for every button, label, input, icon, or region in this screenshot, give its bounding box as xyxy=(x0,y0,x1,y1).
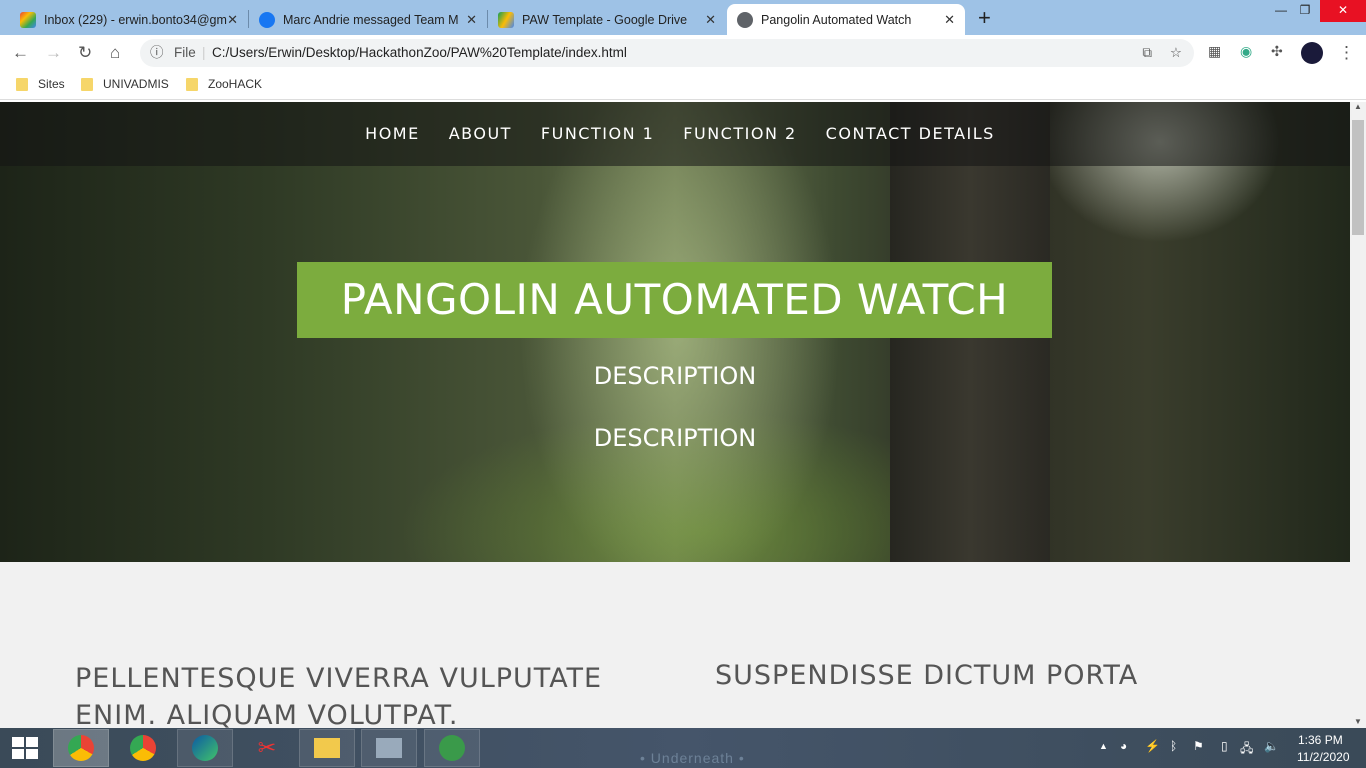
hero-banner: HOME ABOUT FUNCTION 1 FUNCTION 2 CONTACT… xyxy=(0,102,1350,562)
extension-icon[interactable]: ◉ xyxy=(1240,43,1252,60)
folder-icon xyxy=(16,77,28,91)
idm-tray-icon[interactable]: ◕ xyxy=(1120,739,1127,753)
scrollbar-thumb[interactable] xyxy=(1352,120,1364,235)
battery-icon[interactable]: ▯ xyxy=(1221,739,1228,753)
back-icon[interactable]: ← xyxy=(12,43,29,63)
google-drive-icon xyxy=(498,11,514,28)
close-window-button[interactable]: ✕ xyxy=(1320,0,1366,22)
description-2: DESCRIPTION xyxy=(593,424,757,452)
sync-tray-icon[interactable]: ⚡ xyxy=(1145,739,1160,753)
site-title: PANGOLIN AUTOMATED WATCH xyxy=(297,262,1052,338)
nav-function-1[interactable]: FUNCTION 1 xyxy=(541,124,654,166)
close-icon[interactable]: ✕ xyxy=(466,12,477,28)
clock-date[interactable]: 11/2/2020 xyxy=(1297,750,1350,764)
globe-icon xyxy=(737,11,753,28)
taskbar-chrome-profile[interactable] xyxy=(115,729,171,767)
new-tab-button[interactable]: + xyxy=(978,5,991,31)
tab-facebook[interactable]: Marc Andrie messaged Team MA ✕ xyxy=(249,4,487,35)
bookmark-univadmis[interactable]: UNIVADMIS xyxy=(81,77,169,91)
close-icon[interactable]: ✕ xyxy=(944,12,955,28)
clock-time[interactable]: 1:36 PM xyxy=(1298,733,1343,747)
section-heading-2: SUSPENDISSE DICTUM PORTA xyxy=(715,660,1139,691)
puzzle-icon[interactable]: ✣ xyxy=(1271,43,1283,60)
close-icon[interactable]: ✕ xyxy=(705,12,716,28)
nav-function-2[interactable]: FUNCTION 2 xyxy=(683,124,796,166)
nav-about[interactable]: ABOUT xyxy=(449,124,512,166)
description-1: DESCRIPTION xyxy=(593,362,757,390)
web-page: HOME ABOUT FUNCTION 1 FUNCTION 2 CONTACT… xyxy=(0,102,1350,728)
url-text: C:/Users/Erwin/Desktop/HackathonZoo/PAW%… xyxy=(212,45,627,60)
taskbar-idm[interactable] xyxy=(424,729,480,767)
scroll-up-icon[interactable]: ▲ xyxy=(1350,102,1366,111)
close-icon[interactable]: ✕ xyxy=(227,12,238,28)
network-icon[interactable]: 🖧 xyxy=(1240,739,1253,760)
info-icon: ⓘ xyxy=(150,45,164,60)
tray-expand-icon[interactable]: ▲ xyxy=(1099,741,1108,751)
translate-icon[interactable]: ⧉ xyxy=(1142,39,1152,67)
bookmark-zoohack[interactable]: ZooHACK xyxy=(186,77,262,91)
taskbar-monitor[interactable] xyxy=(361,729,417,767)
avatar[interactable] xyxy=(1301,42,1323,64)
download-manager-icon xyxy=(439,735,465,761)
scissors-icon: ✂ xyxy=(257,735,277,760)
menu-icon[interactable]: ⋮ xyxy=(1338,43,1355,63)
taskbar-edge[interactable] xyxy=(177,729,233,767)
bookmark-star-icon[interactable]: ☆ xyxy=(1170,39,1182,67)
taskbar-explorer[interactable] xyxy=(299,729,355,767)
qr-icon[interactable]: ▦ xyxy=(1208,43,1221,60)
bookmark-sites[interactable]: Sites xyxy=(16,77,65,91)
section-heading-1: PELLENTESQUE VIVERRA VULPUTATE ENIM. ALI… xyxy=(75,663,603,728)
scroll-down-icon[interactable]: ▼ xyxy=(1350,717,1366,726)
taskbar: ✂ • Underneath • ▲ ◕ ⚡ ᛒ ⚑ ▯ 🖧 🔈 1:36 PM… xyxy=(0,728,1366,768)
home-icon[interactable]: ⌂ xyxy=(110,43,120,63)
action-center-flag-icon[interactable]: ⚑ xyxy=(1193,739,1204,753)
chrome-icon xyxy=(68,735,94,761)
site-nav: HOME ABOUT FUNCTION 1 FUNCTION 2 CONTACT… xyxy=(0,102,1350,166)
scrollbar[interactable]: ▲ ▼ xyxy=(1350,102,1366,728)
chrome-icon xyxy=(130,735,156,761)
nav-contact-details[interactable]: CONTACT DETAILS xyxy=(826,124,995,166)
folder-icon xyxy=(314,738,340,758)
wallpaper-text: • Underneath • xyxy=(640,750,745,766)
bluetooth-icon[interactable]: ᛒ xyxy=(1170,739,1177,753)
bookmarks-bar: Sites UNIVADMIS ZooHACK xyxy=(0,70,1366,100)
address-bar[interactable]: ⓘ File | C:/Users/Erwin/Desktop/Hackatho… xyxy=(140,39,1194,67)
reload-icon[interactable]: ↻ xyxy=(78,43,92,63)
taskbar-snipping[interactable]: ✂ xyxy=(239,729,295,767)
forward-icon[interactable]: → xyxy=(45,43,62,63)
tab-strip: Inbox (229) - erwin.bonto34@gm ✕ Marc And… xyxy=(0,0,1366,35)
volume-icon[interactable]: 🔈 xyxy=(1264,739,1279,753)
facebook-icon xyxy=(259,11,275,28)
nav-home[interactable]: HOME xyxy=(365,124,420,166)
folder-icon xyxy=(186,77,198,91)
taskbar-chrome[interactable] xyxy=(53,729,109,767)
gmail-icon xyxy=(20,11,36,28)
folder-icon xyxy=(81,77,93,91)
monitor-icon xyxy=(376,738,402,758)
edge-icon xyxy=(192,735,218,761)
tab-google-drive[interactable]: PAW Template - Google Drive ✕ xyxy=(488,4,726,35)
windows-start-icon[interactable] xyxy=(12,737,38,759)
tab-gmail[interactable]: Inbox (229) - erwin.bonto34@gm ✕ xyxy=(10,4,248,35)
browser-toolbar: ← → ↻ ⌂ ⓘ File | C:/Users/Erwin/Desktop/… xyxy=(0,35,1366,70)
tab-pangolin[interactable]: Pangolin Automated Watch ✕ xyxy=(727,4,965,35)
